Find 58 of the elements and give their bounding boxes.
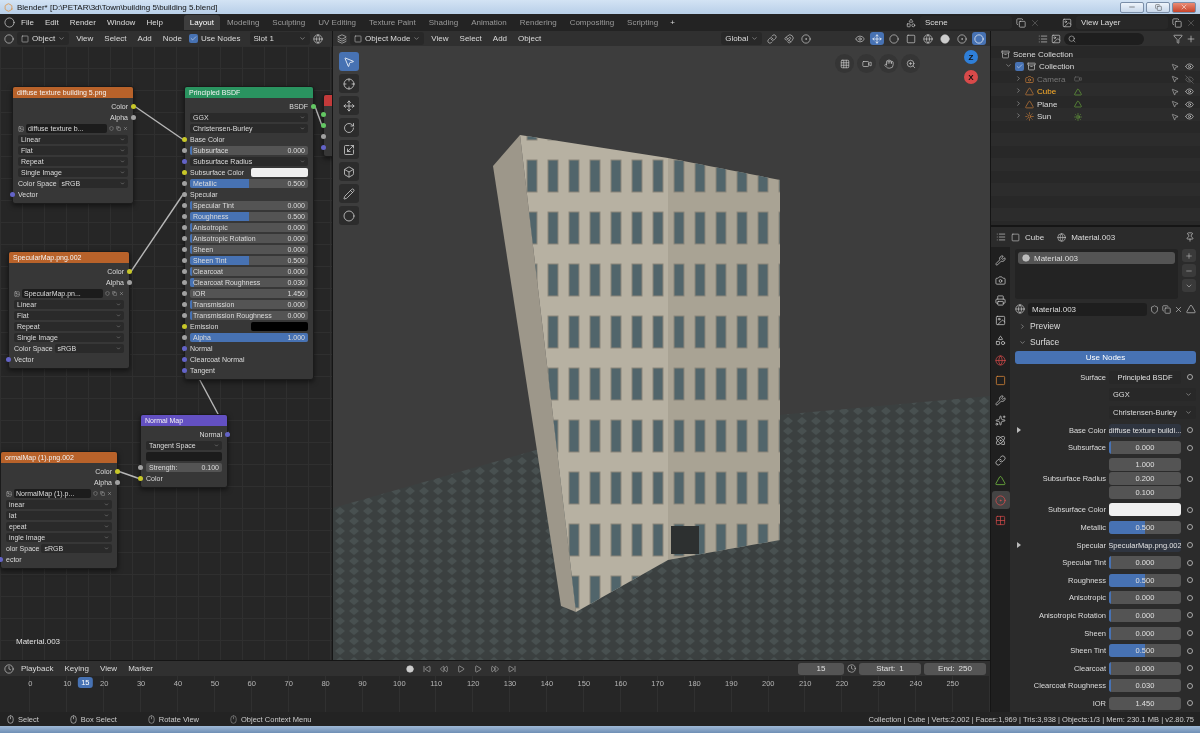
slot-dropdown[interactable]: Slot 1 bbox=[249, 32, 310, 45]
menu-item[interactable]: View bbox=[427, 32, 453, 45]
outliner-item[interactable]: Scene Collection bbox=[1013, 49, 1074, 59]
menu-item[interactable]: Object bbox=[514, 32, 546, 45]
outliner-item[interactable]: Cube bbox=[1037, 87, 1071, 97]
menu-item[interactable]: Render bbox=[64, 15, 101, 30]
menu-item[interactable]: Add bbox=[488, 32, 512, 45]
workspace-tab[interactable]: Modeling bbox=[220, 15, 266, 30]
axis-handle[interactable]: X bbox=[964, 70, 978, 84]
menu-item[interactable]: Node bbox=[158, 32, 186, 45]
menu-item[interactable]: View bbox=[72, 32, 98, 45]
mode-dropdown[interactable]: Object Mode bbox=[350, 32, 425, 45]
use-nodes-button[interactable]: Use Nodes bbox=[1015, 351, 1196, 365]
end-field[interactable]: End: 250 bbox=[924, 662, 986, 675]
axis-handle[interactable]: Z bbox=[964, 50, 978, 64]
menu-item[interactable]: Keying bbox=[60, 662, 93, 675]
menu-item[interactable]: Playback bbox=[17, 662, 58, 675]
field-value: 1 bbox=[899, 664, 904, 673]
menu-item[interactable]: Help bbox=[141, 15, 168, 30]
workspace-tab[interactable]: Layout bbox=[183, 15, 220, 30]
start-field[interactable]: Start: 1 bbox=[859, 662, 921, 675]
menu-item[interactable]: Select bbox=[100, 32, 131, 45]
frame-field[interactable]: 15 bbox=[798, 662, 844, 675]
material-field[interactable]: Material.003 bbox=[1028, 302, 1147, 316]
menu-item[interactable]: View bbox=[95, 662, 122, 675]
view-layer-field[interactable]: View Layer bbox=[1076, 16, 1168, 29]
outliner-item[interactable]: Collection bbox=[1039, 62, 1075, 72]
field-label: End: bbox=[938, 664, 955, 673]
checkbox-label: Use Nodes bbox=[200, 34, 241, 43]
object-name: Cube bbox=[1025, 232, 1045, 242]
menu-item[interactable]: Marker bbox=[124, 662, 158, 675]
material-name: Material.003 bbox=[16, 637, 61, 646]
menu-item[interactable]: Edit bbox=[39, 15, 64, 30]
material-name: Material.003 bbox=[1071, 232, 1116, 242]
panel-header[interactable]: Preview bbox=[1015, 319, 1196, 334]
orientation-dropdown[interactable]: Global bbox=[721, 32, 763, 45]
add-workspace-button[interactable]: + bbox=[665, 15, 680, 30]
outliner-item[interactable]: Sun bbox=[1037, 112, 1071, 122]
window-title: Blender* [D:\PETAR\3d\Town\building 5\building 5.blend] bbox=[17, 2, 218, 12]
workspace-tab[interactable]: Sculpting bbox=[266, 15, 312, 30]
workspace-tab[interactable]: Rendering bbox=[513, 15, 563, 30]
workspace-tab[interactable]: Shading bbox=[422, 15, 465, 30]
outliner-item[interactable]: Plane bbox=[1037, 99, 1071, 109]
scene-field[interactable]: Scene bbox=[920, 16, 1012, 29]
workspace-tab[interactable]: Animation bbox=[465, 15, 513, 30]
workspace-tab[interactable]: Compositing bbox=[563, 15, 621, 30]
panel-header[interactable]: Surface bbox=[1015, 335, 1196, 350]
material-slot[interactable]: Material.003 bbox=[1018, 252, 1175, 265]
workspace-tab[interactable]: UV Editing bbox=[312, 15, 363, 30]
workspace-tab[interactable]: Scripting bbox=[621, 15, 665, 30]
field-label: Start: bbox=[876, 664, 896, 673]
menu-item[interactable]: Window bbox=[101, 15, 141, 30]
menu-item[interactable]: Select bbox=[455, 32, 486, 45]
workspace-tab[interactable]: Texture Paint bbox=[363, 15, 422, 30]
menu-item[interactable]: File bbox=[16, 15, 39, 30]
field-value: 250 bbox=[958, 664, 972, 673]
object-type-dropdown[interactable]: Object bbox=[17, 32, 70, 45]
menu-item[interactable]: Add bbox=[133, 32, 156, 45]
